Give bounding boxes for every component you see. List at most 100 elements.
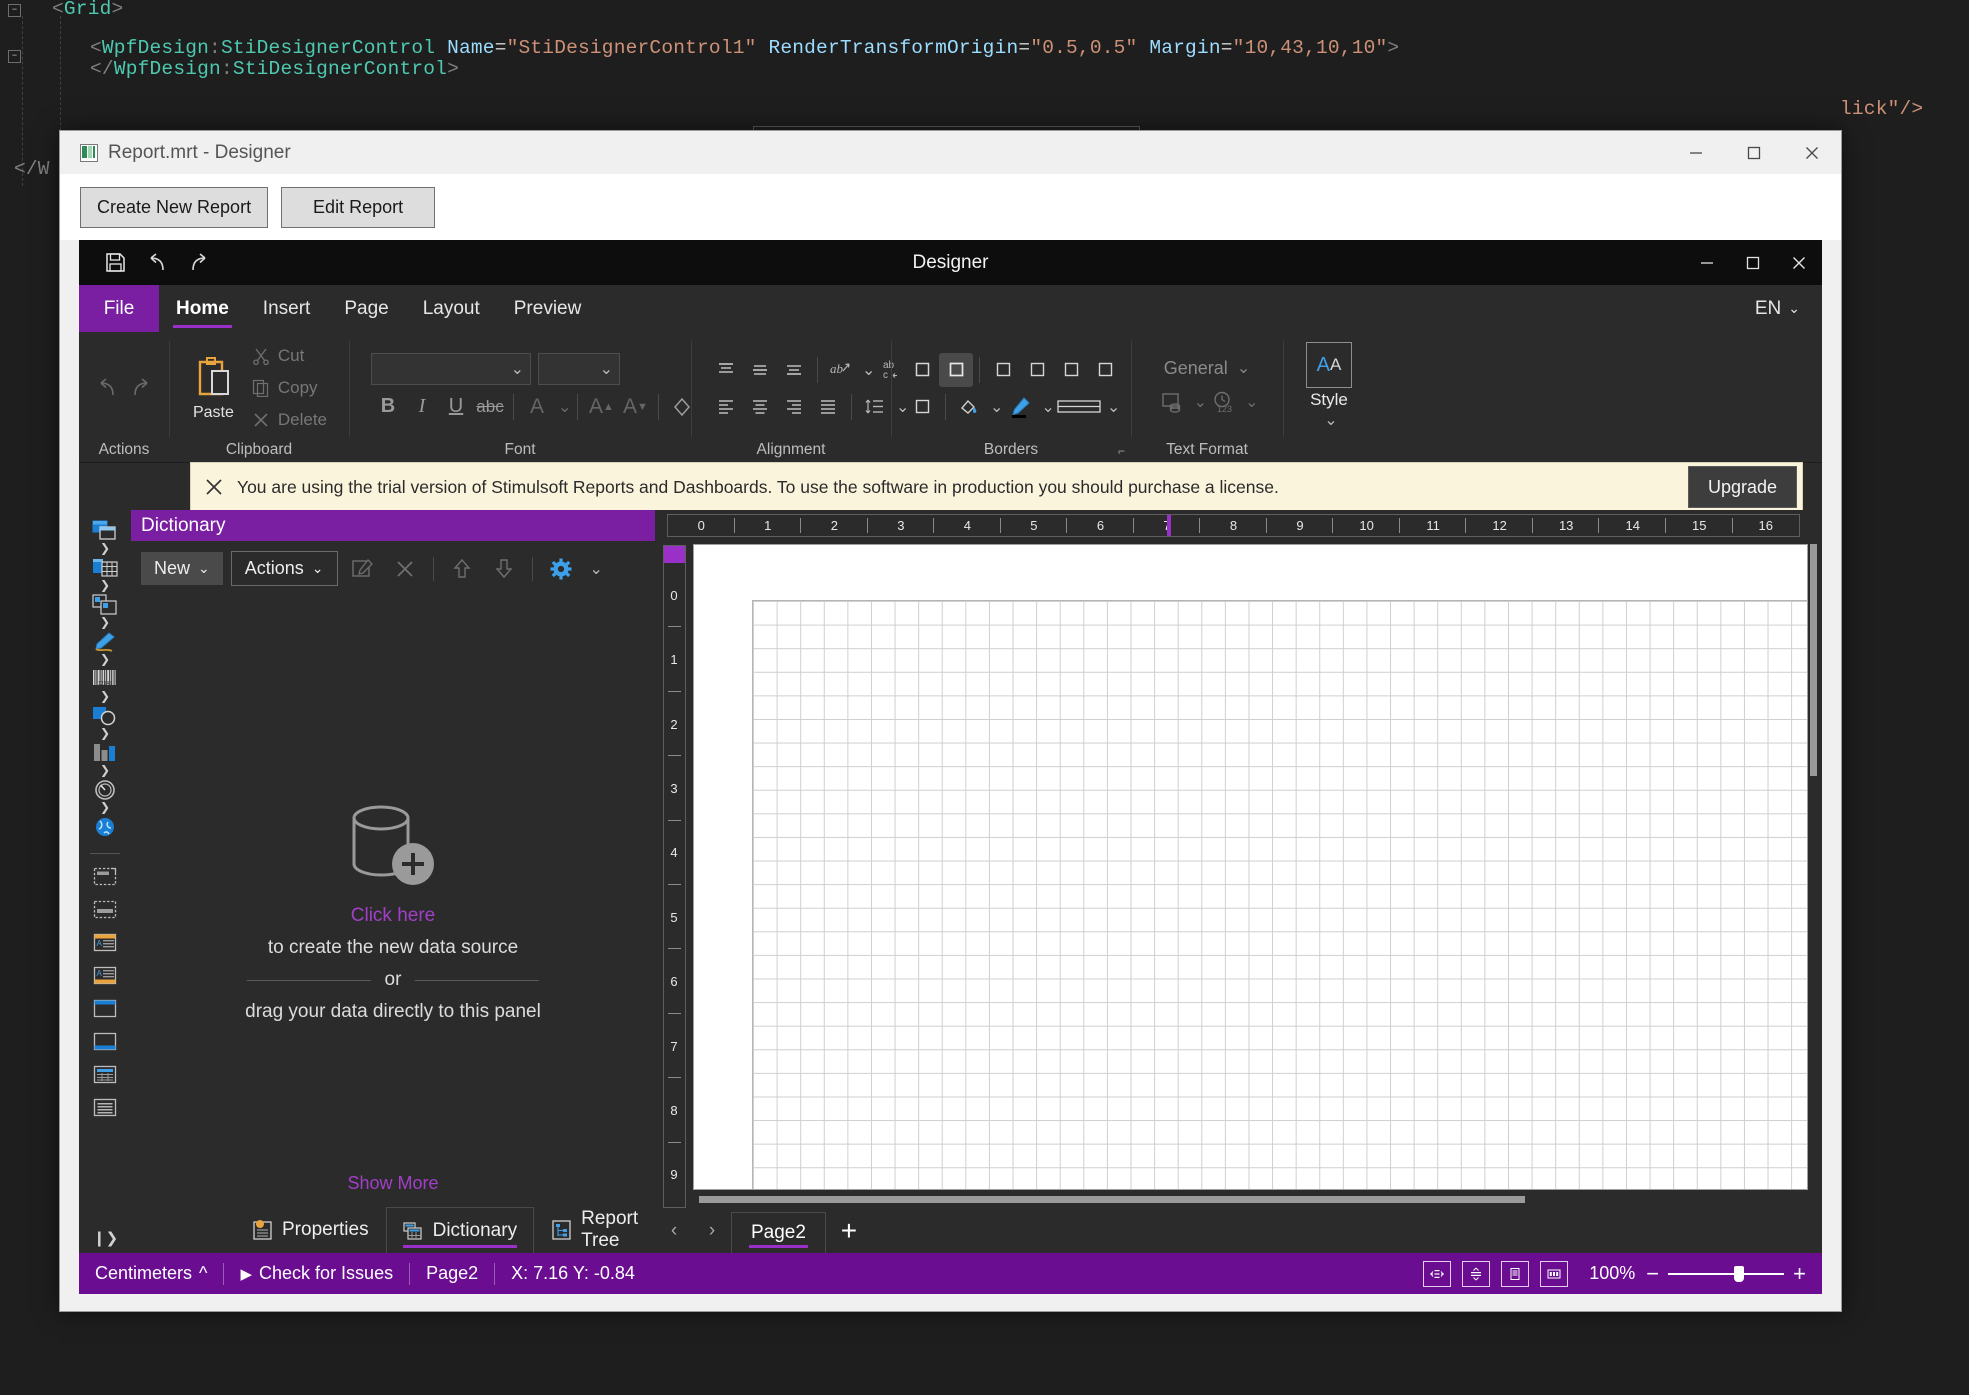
undo-action-icon[interactable] [93,371,121,405]
redo-icon[interactable] [181,246,217,280]
redo-action-icon[interactable] [127,371,155,405]
rail-band-footer[interactable] [83,1028,127,1054]
tab-layout[interactable]: Layout [406,285,497,332]
rail-item-shape[interactable]: ❯ [83,629,127,665]
border-bottom-button[interactable] [1088,353,1122,387]
chevron-down-icon[interactable]: ⌄ [1324,410,1337,430]
rail-band-data[interactable] [83,1061,127,1087]
rail-item-pages[interactable]: ❯ [83,518,127,554]
new-button[interactable]: New ⌄ [141,552,223,585]
rail-band-report-summary[interactable] [83,896,127,922]
border-color-button[interactable] [1003,390,1037,424]
decrease-font-size-button[interactable]: A ▼ [618,390,652,424]
chevron-down-icon[interactable]: ⌄ [1245,392,1258,412]
border-left-button[interactable] [986,353,1020,387]
borders-dialog-launcher[interactable]: ⌐ [1118,444,1125,458]
align-left-button[interactable] [709,390,743,424]
delete-menu-item[interactable]: Delete [252,405,335,435]
tab-report-tree[interactable]: Report Tree [534,1206,655,1253]
cut-menu-item[interactable]: Cut [252,341,335,371]
horizontal-scrollbar[interactable] [693,1195,1808,1204]
fill-color-button[interactable] [952,390,986,424]
chevron-down-icon[interactable]: ⌄ [590,559,603,579]
units-selector[interactable]: Centimeters ^ [79,1253,223,1294]
maximize-icon[interactable] [1725,131,1783,174]
language-selector[interactable]: EN ⌄ [1755,285,1800,332]
chevron-down-icon[interactable]: ⌄ [1107,397,1120,417]
chevron-down-icon[interactable]: ⌄ [558,397,571,417]
close-icon[interactable] [1776,240,1822,285]
tab-preview[interactable]: Preview [497,285,599,332]
maximize-icon[interactable] [1730,240,1776,285]
vertical-scrollbar[interactable] [1809,544,1818,1190]
minimize-icon[interactable] [1667,131,1725,174]
view-thumbnails-icon[interactable] [1540,1260,1569,1287]
text-direction-button[interactable]: ab [824,353,858,387]
rail-item-data[interactable]: ❯ [83,555,127,591]
edit-icon[interactable] [346,554,380,584]
chevron-down-icon[interactable]: ⌄ [1237,358,1250,378]
rail-item-chart[interactable]: ❯ [83,740,127,776]
move-down-icon[interactable] [487,554,521,584]
zoom-in-button[interactable]: + [1793,1262,1806,1284]
chevron-left-icon[interactable]: ‹ [655,1208,693,1253]
delete-icon[interactable] [388,554,422,584]
horizontal-ruler[interactable]: 012345678910111213141516 [667,514,1800,537]
font-color-button[interactable]: A [520,390,554,424]
move-up-icon[interactable] [445,554,479,584]
fold-toggle-grid[interactable]: − [8,4,21,17]
rail-item-primitives[interactable]: ❯ [83,703,127,739]
font-size-select[interactable]: ⌄ [538,352,620,385]
add-page-button[interactable]: + [826,1208,872,1253]
rail-band-report-title[interactable] [83,863,127,889]
save-icon[interactable] [97,246,133,280]
border-all-button[interactable] [939,352,973,387]
copy-menu-item[interactable]: Copy [252,373,335,403]
upgrade-button[interactable]: Upgrade [1687,466,1797,508]
zoom-slider[interactable]: − + [1646,1262,1806,1284]
minimize-icon[interactable] [1684,240,1730,285]
report-page-sheet[interactable] [693,544,1808,1190]
click-here-link[interactable]: Click here [351,905,435,927]
border-style-button[interactable] [1055,390,1103,424]
rail-band-page-footer[interactable]: A [83,962,127,988]
expand-panel-icon[interactable]: ❙❯ [93,1229,118,1247]
page-tab-page2[interactable]: Page2 [731,1212,826,1253]
style-button[interactable]: A A Style ⌄ [1306,342,1352,430]
edit-report-button[interactable]: Edit Report [281,186,436,228]
rail-item-cross-tab[interactable]: ❯ [83,592,127,628]
fold-toggle-designer[interactable]: − [8,50,21,63]
paste-button[interactable]: Paste [183,354,244,422]
view-single-page-icon[interactable] [1501,1260,1530,1287]
tab-file[interactable]: File [79,285,159,332]
strikethrough-button[interactable]: abc [473,390,507,424]
tab-home[interactable]: Home [159,285,246,332]
tab-properties[interactable]: Properties [235,1206,386,1253]
zoom-track[interactable] [1668,1265,1785,1282]
tab-page[interactable]: Page [327,285,405,332]
align-center-button[interactable] [743,390,777,424]
border-right-button[interactable] [1020,353,1054,387]
view-vertical-icon[interactable] [1462,1260,1491,1287]
rail-band-text[interactable] [83,1094,127,1120]
format-currency-button[interactable] [1156,385,1190,419]
font-family-select[interactable]: ⌄ [371,352,531,385]
increase-font-size-button[interactable]: A ▲ [584,390,618,424]
rail-band-page-header[interactable]: A [83,929,127,955]
bold-button[interactable]: B [371,390,405,424]
dictionary-body[interactable]: Click here to create the new data source… [131,596,655,1208]
settings-gear-icon[interactable] [544,554,578,584]
align-top-button[interactable] [709,353,743,387]
format-number-button[interactable]: 123 [1207,385,1241,419]
tab-dictionary[interactable]: Dictionary [385,1207,535,1253]
zoom-out-button[interactable]: − [1646,1262,1659,1284]
align-right-button[interactable] [777,390,811,424]
align-middle-button[interactable] [743,353,777,387]
vertical-ruler[interactable]: 012345678 9 [662,545,686,1208]
border-none-button[interactable] [905,353,939,387]
underline-button[interactable]: U [439,390,473,424]
border-top-button[interactable] [1054,353,1088,387]
align-justify-button[interactable] [811,390,845,424]
rail-item-map[interactable] [83,814,127,840]
close-icon[interactable] [191,478,237,496]
